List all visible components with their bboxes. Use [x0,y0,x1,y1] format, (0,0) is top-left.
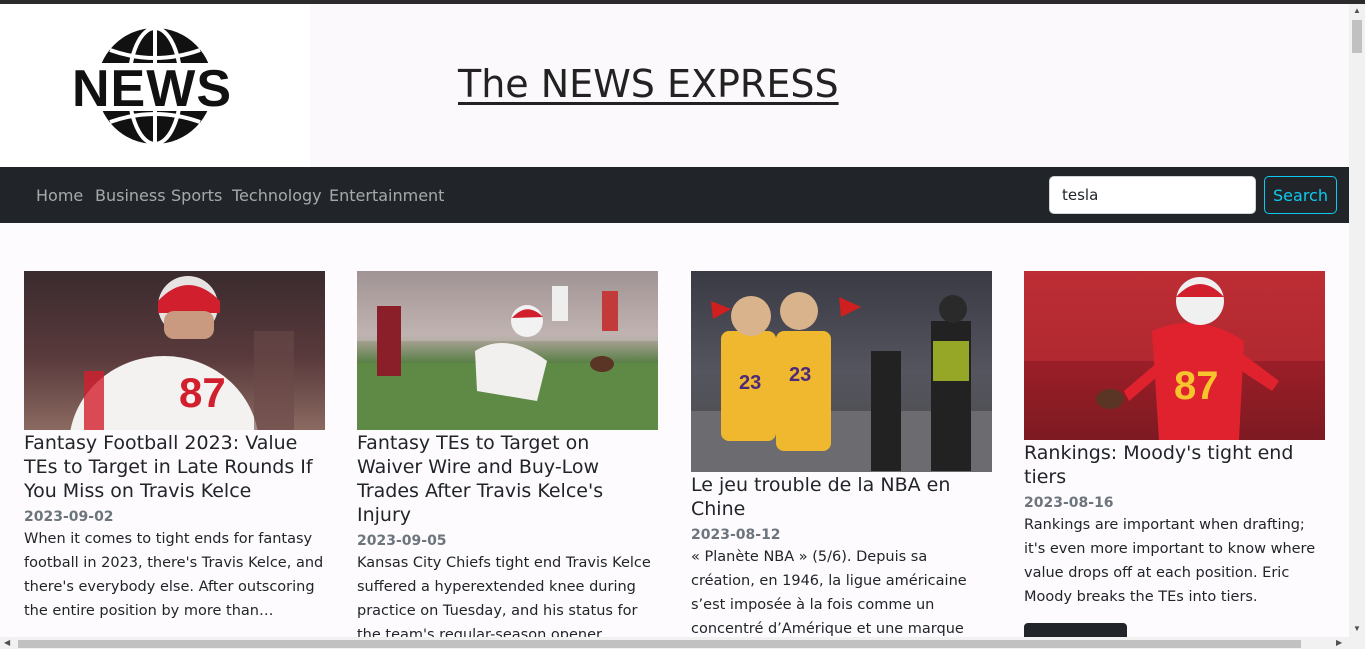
article-description: Rankings are important when drafting; it… [1024,517,1316,605]
horizontal-scrollbar-thumb[interactable] [18,640,1301,648]
horizontal-scrollbar[interactable]: ◀ ▶ [0,637,1349,649]
nav-link-entertainment[interactable]: Entertainment [329,186,444,205]
article-image[interactable]: 87 [1024,271,1325,440]
site-title[interactable]: The NEWS EXPRESS [458,62,839,106]
article-description: When it comes to tight ends for fantasy … [24,531,324,619]
nav-link-home[interactable]: Home [36,186,83,205]
scroll-left-arrow-icon[interactable]: ◀ [4,638,10,647]
logo-text: NEWS [72,60,232,118]
nav-link-business[interactable]: Business [95,186,166,205]
scroll-down-arrow-icon[interactable]: ▼ [1353,624,1361,633]
svg-text:87: 87 [179,369,226,416]
article-date: 2023-09-05 [357,533,447,549]
navbar: Home Business Sports Technology Entertai… [0,167,1349,223]
article-description: « Planète NBA » (5/6). Depuis sa créatio… [691,549,967,649]
svg-text:23: 23 [739,372,761,394]
article-title[interactable]: Fantasy TEs to Target on Waiver Wire and… [357,431,658,527]
article-date: 2023-08-16 [1024,495,1114,511]
article-title[interactable]: Rankings: Moody's tight end tiers [1024,441,1325,489]
vertical-scrollbar-thumb[interactable] [1352,20,1362,53]
scroll-up-arrow-icon[interactable]: ▲ [1353,6,1361,15]
news-card: 23 23 Le jeu trouble de la NBA en Chine … [691,271,992,649]
search-button[interactable]: Search [1264,176,1337,214]
article-title[interactable]: Fantasy Football 2023: Value TEs to Targ… [24,431,325,503]
svg-text:87: 87 [1174,364,1219,408]
news-card: 87 Fantasy Football 2023: Value TEs to T… [24,271,325,623]
vertical-scrollbar[interactable]: ▲ ▼ [1349,4,1365,649]
scroll-right-arrow-icon[interactable]: ▶ [1336,638,1342,647]
article-date: 2023-08-12 [691,527,781,543]
news-card: 87 Rankings: Moody's tight end tiers 202… [1024,271,1325,649]
article-date: 2023-09-02 [24,509,114,525]
svg-text:23: 23 [789,364,811,386]
search-input[interactable] [1049,176,1256,214]
site-logo[interactable]: NEWS [0,4,310,167]
site-header: NEWS The NEWS EXPRESS [0,4,1349,167]
nav-link-sports[interactable]: Sports [171,186,222,205]
article-description: Kansas City Chiefs tight end Travis Kelc… [357,555,651,643]
article-title[interactable]: Le jeu trouble de la NBA en Chine [691,473,992,521]
article-image[interactable]: 23 23 [691,271,992,472]
article-image[interactable]: 87 [24,271,325,430]
article-image[interactable] [357,271,658,430]
news-card: Fantasy TEs to Target on Waiver Wire and… [357,271,658,647]
nav-link-technology[interactable]: Technology [232,186,322,205]
